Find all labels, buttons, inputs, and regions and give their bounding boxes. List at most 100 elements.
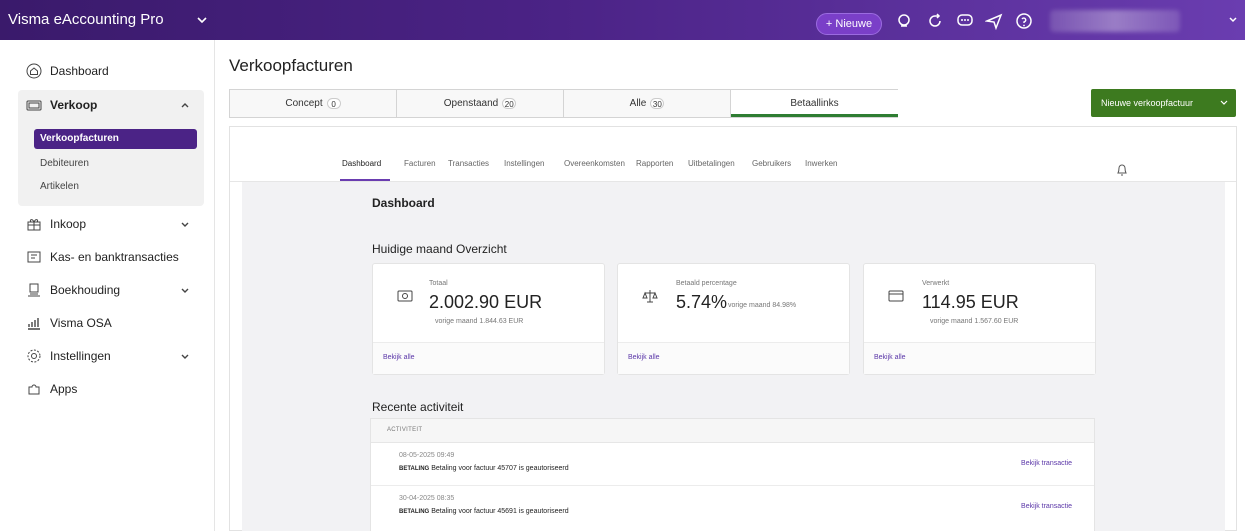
status-tabs: Concept 0 Openstaand 20 Alle 30 Betaallinks [229,89,898,118]
sidebar-item-label: Inkoop [50,217,87,231]
activity-tag: BETALING [399,509,430,515]
activity-tag: BETALING [399,466,430,472]
tab-label: Betaallinks [790,98,839,109]
app-title[interactable]: Visma eAccounting Pro [8,0,164,40]
tab-openstaand[interactable]: Openstaand 20 [397,90,564,117]
sidebar-subitem-debiteuren[interactable]: Debiteuren [40,158,89,169]
card-icon [888,290,904,302]
subnav-overeenkomsten[interactable]: Overeenkomsten [564,159,625,168]
sidebar-item-label: Verkoop [50,98,98,112]
sidebar-item-label: Instellingen [50,349,111,363]
sidebar-item-label: Apps [50,382,78,396]
refresh-icon[interactable] [926,12,944,30]
tab-count: 30 [650,97,665,109]
activity-text: Betaling voor factuur 45707 is geautoris… [431,465,569,472]
bulb-icon[interactable] [895,12,913,30]
activity-timestamp: 08-05-2025 09:49 [399,452,455,459]
subnav-rapporten[interactable]: Rapporten [636,159,673,168]
chevron-down-icon[interactable] [196,14,208,26]
activity-header: ACTIVITEIT [371,419,1094,443]
send-icon[interactable] [985,12,1003,30]
card-value: 5.74% [676,292,728,312]
help-icon[interactable] [1015,12,1033,30]
subnav-transacties[interactable]: Transacties [448,159,489,168]
sidebar-subitem-artikelen[interactable]: Artikelen [40,181,79,192]
gift-icon [27,219,41,231]
view-all-link[interactable]: Bekijk alle [628,354,660,361]
activity-description: BETALING Betaling voor factuur 45691 is g… [399,508,569,515]
chevron-up-icon[interactable] [180,100,190,110]
subnav-inwerken[interactable]: Inwerken [805,159,837,168]
card-totaal: Totaal 2.002.90 EUR vorige maand 1.844.6… [372,263,605,375]
user-menu[interactable] [1050,10,1180,32]
column-header: ACTIVITEIT [387,427,423,433]
subnav-dashboard[interactable]: Dashboard [342,159,381,168]
tab-label: Alle [629,98,647,109]
chevron-down-icon[interactable] [1228,15,1238,25]
subnav-instellingen[interactable]: Instellingen [504,159,544,168]
sidebar-item-label: Dashboard [50,64,109,78]
bell-icon[interactable] [1116,163,1128,177]
dashboard-content: Dashboard Huidige maand Overzicht Totaal… [242,182,1225,531]
activity-text: Betaling voor factuur 45691 is geautoris… [431,508,569,515]
card-sub: vorige maand 84.98% [728,302,797,309]
view-transaction-link[interactable]: Bekijk transactie [1021,460,1072,467]
view-all-link[interactable]: Bekijk alle [383,354,415,361]
view-transaction-link[interactable]: Bekijk transactie [1021,503,1072,510]
subnav-facturen[interactable]: Facturen [404,159,436,168]
card-value: 114.95 EUR [922,292,1019,312]
sidebar: Dashboard Verkoop Verkoopfacturen Debite… [0,40,215,531]
tab-label: Openstaand [443,98,499,109]
cash-icon [26,100,42,111]
gear-icon [27,349,41,363]
card-sub: vorige maand 1.567.60 EUR [930,318,1019,325]
tab-count: 0 [326,97,341,109]
card-footer: Bekijk alle [864,342,1095,374]
tab-label: Concept [285,98,323,109]
card-betaald-percentage: Betaald percentage 5.74% vorige maand 84… [617,263,850,375]
table-row: 30-04-2025 08:35 BETALING Betaling voor f… [371,487,1094,529]
tab-count: 20 [502,97,517,109]
chevron-down-icon[interactable] [180,352,190,362]
subnav-gebruikers[interactable]: Gebruikers [752,159,791,168]
card-label: Betaald percentage [676,280,737,287]
sidebar-subitem-verkoopfacturen[interactable]: Verkoopfacturen [34,129,197,149]
puzzle-icon [28,384,40,395]
card-label: Totaal [429,280,448,287]
money-icon [397,290,413,302]
card-footer: Bekijk alle [373,342,604,374]
page-title: Verkoopfacturen [229,56,353,75]
sidebar-item-label: Kas- en banktransacties [50,250,179,264]
payment-links-panel: Dashboard Facturen Transacties Instellin… [229,126,1237,531]
view-all-link[interactable]: Bekijk alle [874,354,906,361]
sidebar-item-label: Visma OSA [50,316,112,330]
top-bar: Visma eAccounting Pro + Nieuwe [0,0,1245,40]
chevron-down-icon[interactable] [1220,99,1228,107]
table-row: 08-05-2025 09:49 BETALING Betaling voor f… [371,444,1094,486]
ledger-icon [28,283,40,297]
card-value: 2.002.90 EUR [429,292,543,312]
sub-navigation: Dashboard Facturen Transacties Instellin… [230,127,1236,182]
new-invoice-button[interactable]: Nieuwe verkoopfactuur [1091,89,1236,117]
recent-activity-heading: Recente activiteit [372,400,464,414]
chevron-down-icon[interactable] [180,220,190,230]
month-overview-heading: Huidige maand Overzicht [372,242,507,256]
subnav-uitbetalingen[interactable]: Uitbetalingen [688,159,735,168]
home-icon [26,63,42,79]
tab-alle[interactable]: Alle 30 [564,90,731,117]
chevron-down-icon[interactable] [180,286,190,296]
dashboard-heading: Dashboard [372,196,435,210]
card-sub: vorige maand 1.844.63 EUR [435,318,524,325]
activity-timestamp: 30-04-2025 08:35 [399,495,455,502]
card-label: Verwerkt [922,280,950,287]
chart-icon [28,318,40,330]
tab-betaallinks[interactable]: Betaallinks [731,90,898,117]
tab-concept[interactable]: Concept 0 [230,90,397,117]
card-verwerkt: Verwerkt 114.95 EUR vorige maand 1.567.6… [863,263,1096,375]
sidebar-item-label: Boekhouding [50,283,121,297]
card-footer: Bekijk alle [618,342,849,374]
chat-icon[interactable] [956,12,974,30]
activity-description: BETALING Betaling voor factuur 45707 is g… [399,465,569,472]
new-button[interactable]: + Nieuwe [816,13,882,35]
new-invoice-label: Nieuwe verkoopfactuur [1101,98,1194,108]
